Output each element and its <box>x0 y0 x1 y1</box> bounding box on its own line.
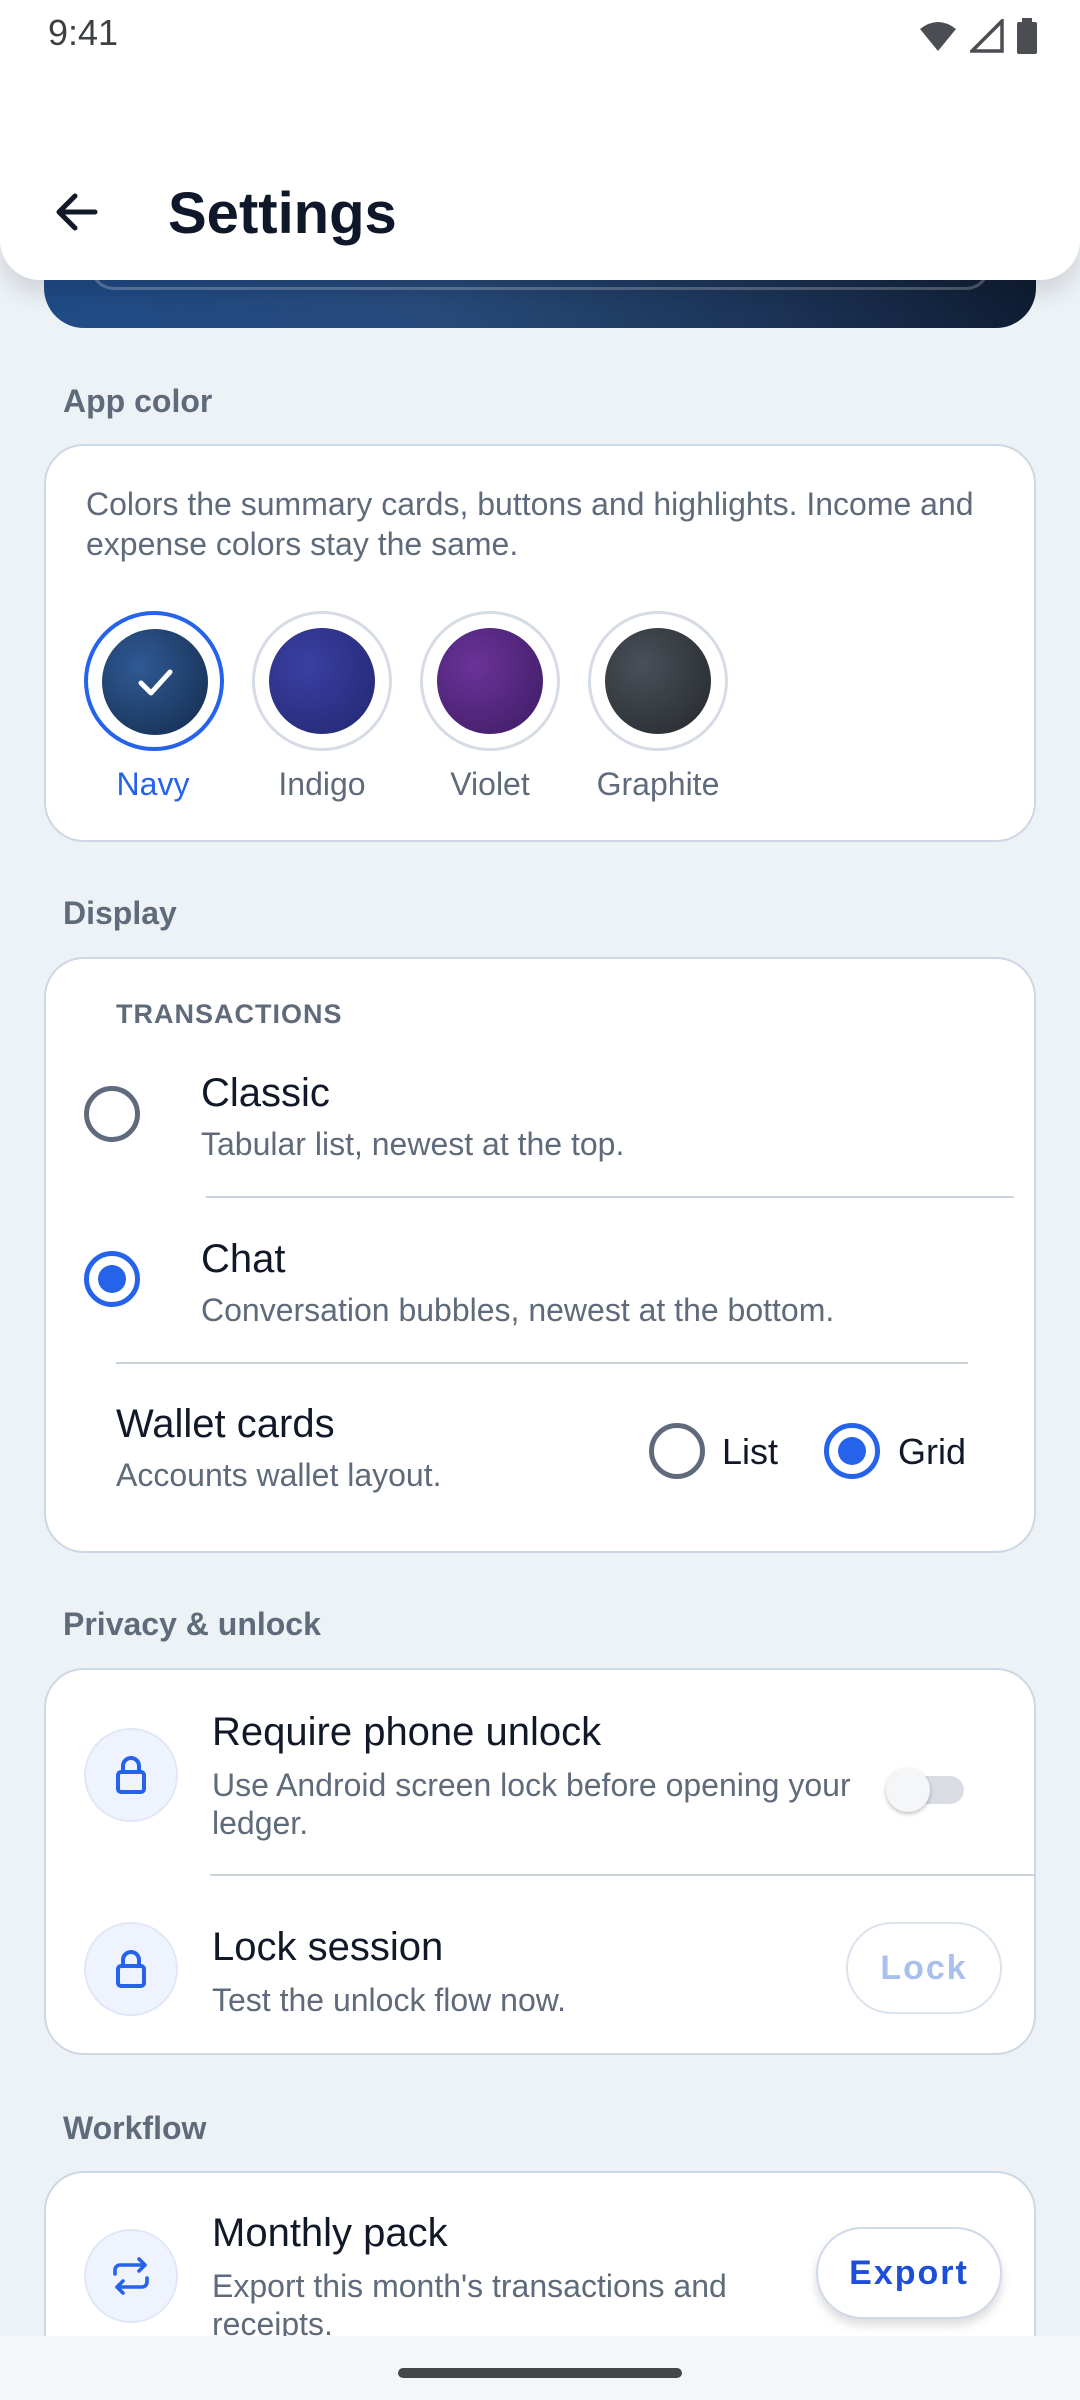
back-button[interactable] <box>40 176 112 248</box>
wallet-cards-title: Wallet cards <box>116 1402 335 1446</box>
section-display-title: Display <box>63 895 177 931</box>
status-icons <box>918 18 1038 54</box>
repeat-icon-badge <box>84 2229 178 2323</box>
wallet-cards-subtitle: Accounts wallet layout. <box>116 1457 442 1493</box>
lock-icon-badge <box>84 1922 178 2016</box>
lock-button[interactable]: Lock <box>846 1922 1002 2014</box>
radio-wallet-list[interactable] <box>649 1423 705 1479</box>
radio-wallet-grid[interactable] <box>824 1423 880 1479</box>
page-title: Settings <box>168 181 397 246</box>
lock-session-title: Lock session <box>212 1925 444 1969</box>
home-indicator[interactable] <box>398 2368 682 2378</box>
monthly-pack-subtitle: Export this month's transactions and rec… <box>212 2268 727 2342</box>
transactions-overline: TRANSACTIONS <box>116 999 343 1029</box>
require-unlock-subtitle: Use Android screen lock before opening y… <box>212 1767 851 1841</box>
toggle-thumb <box>886 1768 930 1812</box>
battery-icon <box>1017 18 1037 54</box>
require-unlock-title: Require phone unlock <box>212 1710 602 1754</box>
swatch-violet-fill <box>437 628 543 734</box>
section-app-color-title: App color <box>63 383 213 419</box>
cellular-signal-icon <box>970 19 1004 53</box>
display-card: TRANSACTIONS Classic Tabular list, newes… <box>44 957 1036 1553</box>
status-bar: 9:41 <box>0 0 1080 70</box>
app-color-description: Colors the summary cards, buttons and hi… <box>86 486 974 562</box>
swatch-violet-label: Violet <box>450 766 530 802</box>
swatch-navy-fill <box>102 629 208 735</box>
privacy-card: Require phone unlock Use Android screen … <box>44 1668 1036 2055</box>
option-classic-title: Classic <box>201 1071 330 1115</box>
wallet-grid-label: Grid <box>898 1431 967 1472</box>
radio-chat[interactable] <box>84 1251 140 1307</box>
divider <box>210 1874 1034 1876</box>
section-privacy-title: Privacy & unlock <box>63 1606 321 1642</box>
lock-session-subtitle: Test the unlock flow now. <box>212 1982 566 2018</box>
swatch-indigo-label: Indigo <box>278 766 366 802</box>
swatch-indigo[interactable] <box>252 611 392 751</box>
export-button[interactable]: Export <box>816 2227 1002 2319</box>
status-time: 9:41 <box>48 12 119 53</box>
swatch-graphite[interactable] <box>588 611 728 751</box>
swatch-violet[interactable] <box>420 611 560 751</box>
app-color-card: Colors the summary cards, buttons and hi… <box>44 444 1036 842</box>
divider <box>206 1196 1014 1198</box>
swatch-navy[interactable] <box>84 611 224 751</box>
lock-icon <box>116 1756 146 1794</box>
swatch-graphite-fill <box>605 628 711 734</box>
swatch-graphite-label: Graphite <box>596 766 720 802</box>
divider <box>116 1362 968 1364</box>
back-arrow-icon <box>56 193 98 231</box>
wifi-icon <box>920 22 956 51</box>
wallet-list-label: List <box>722 1431 779 1472</box>
lock-icon <box>116 1950 146 1988</box>
option-chat-title: Chat <box>201 1237 286 1281</box>
require-unlock-toggle[interactable] <box>886 1768 968 1812</box>
option-chat-subtitle: Conversation bubbles, newest at the bott… <box>201 1292 835 1328</box>
section-workflow-title: Workflow <box>63 2110 207 2146</box>
monthly-pack-title: Monthly pack <box>212 2211 448 2255</box>
option-classic-subtitle: Tabular list, newest at the top. <box>201 1126 625 1162</box>
check-icon <box>138 669 173 696</box>
radio-classic[interactable] <box>84 1086 140 1142</box>
repeat-icon <box>113 2257 149 2295</box>
swatch-indigo-fill <box>269 628 375 734</box>
lock-icon-badge <box>84 1728 178 1822</box>
app-bar: Settings <box>0 70 1080 280</box>
swatch-navy-label: Navy <box>116 766 190 802</box>
